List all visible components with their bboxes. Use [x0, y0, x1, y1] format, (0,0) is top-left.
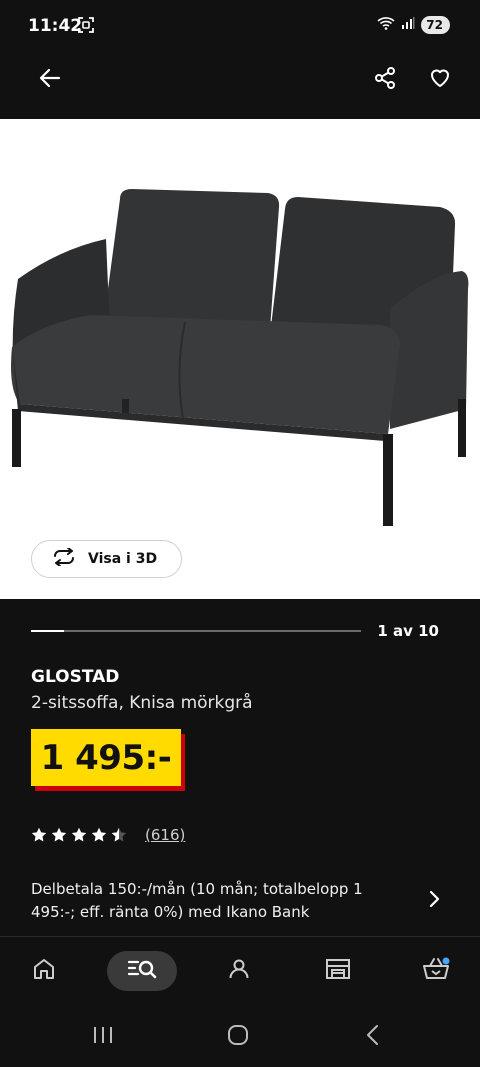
- nav-basket[interactable]: [412, 951, 460, 991]
- recent-apps-icon: [92, 1025, 114, 1049]
- home-circle-icon: [227, 1024, 249, 1050]
- star-full-icon: [51, 827, 67, 843]
- favorite-button[interactable]: [420, 60, 460, 100]
- product-rating[interactable]: (616): [31, 826, 185, 844]
- star-half-icon: [111, 827, 127, 843]
- search-menu-icon: [127, 958, 157, 984]
- basket-icon: [422, 956, 450, 986]
- chevron-right-icon[interactable]: [424, 887, 444, 911]
- star-full-icon: [71, 827, 87, 843]
- installment-info[interactable]: Delbetala 150:-/mån (10 mån; totalbelopp…: [31, 878, 391, 924]
- view-3d-button[interactable]: Visa i 3D: [31, 540, 182, 578]
- rotate-3d-icon: [52, 547, 76, 570]
- product-name: GLOSTAD: [31, 667, 120, 687]
- nav-store[interactable]: [314, 951, 362, 991]
- back-button[interactable]: [30, 60, 70, 100]
- chevron-left-icon: [365, 1024, 381, 1050]
- store-icon: [325, 957, 351, 985]
- battery-indicator: 72: [421, 15, 450, 34]
- profile-icon: [227, 957, 251, 985]
- gallery-position-label: 1 av 10: [377, 622, 439, 640]
- share-button[interactable]: [365, 60, 405, 100]
- home-icon: [32, 957, 56, 985]
- star-full-icon: [31, 827, 47, 843]
- gallery-progress-bar: [31, 630, 361, 632]
- screenshot-icon: [78, 17, 94, 33]
- system-back-button[interactable]: [353, 1021, 393, 1053]
- share-icon: [373, 66, 397, 94]
- product-image: [11, 189, 469, 526]
- nav-profile[interactable]: [215, 951, 263, 991]
- status-time: 11:42: [28, 16, 83, 36]
- status-bar: 11:42 72: [0, 0, 480, 52]
- product-description: 2-sitssoffa, Knisa mörkgrå: [31, 693, 253, 713]
- nav-home[interactable]: [20, 951, 68, 991]
- home-system-button[interactable]: [218, 1021, 258, 1053]
- product-image-gallery[interactable]: Visa i 3D: [0, 119, 480, 599]
- product-price: 1 495:-: [31, 729, 181, 786]
- system-navigation-bar: [0, 1007, 480, 1067]
- gallery-progress-fill: [31, 630, 64, 632]
- view-3d-label: Visa i 3D: [88, 551, 158, 567]
- status-indicators: 72: [377, 15, 450, 34]
- heart-icon: [428, 66, 452, 94]
- recent-apps-button[interactable]: [83, 1021, 123, 1053]
- signal-icon: [401, 15, 415, 34]
- nav-search[interactable]: [107, 951, 177, 991]
- bottom-navigation: [0, 937, 480, 1007]
- wifi-icon: [377, 15, 395, 34]
- arrow-left-icon: [38, 66, 62, 94]
- star-full-icon: [91, 827, 107, 843]
- top-app-bar: [0, 52, 480, 119]
- rating-count-link[interactable]: (616): [145, 826, 185, 844]
